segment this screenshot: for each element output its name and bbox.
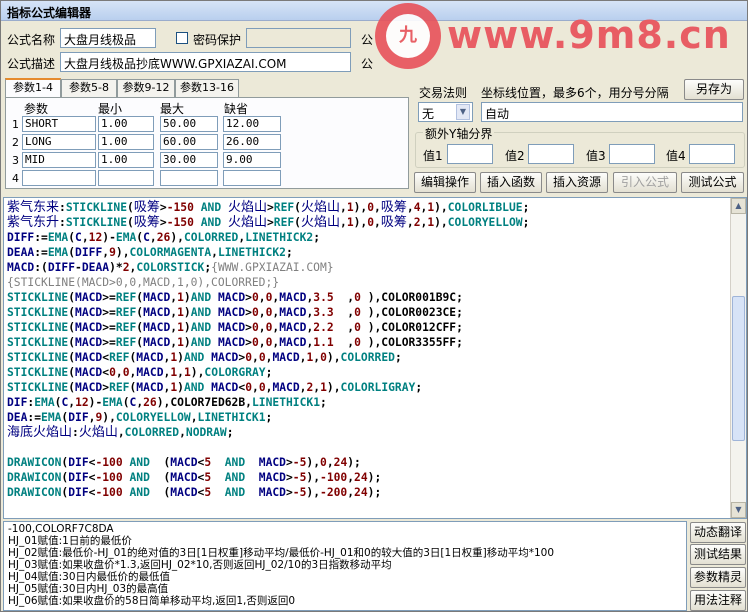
extra-y-axis-title: 额外Y轴分界 — [423, 125, 495, 142]
translation-output-panel[interactable]: -100,COLORF7C8DA HJ_01赋值:1日前的最低价 HJ_02赋值… — [3, 521, 687, 611]
tab-params-5-8[interactable]: 参数5-8 — [61, 79, 117, 97]
watermark-site-text: www.9m8.cn — [447, 13, 731, 57]
watermark-logo: 九 — [375, 3, 441, 69]
param-row-index: 3 — [12, 154, 19, 167]
password-checkbox[interactable] — [176, 32, 188, 44]
param-wizard-button[interactable]: 参数精灵 — [690, 567, 746, 588]
value1-input[interactable] — [447, 144, 493, 164]
password-input[interactable] — [246, 28, 351, 48]
output-line: -100,COLORF7C8DA — [8, 523, 114, 535]
scroll-up-icon[interactable]: ▲ — [731, 198, 746, 214]
param-min-cell[interactable]: 1.00 — [98, 134, 154, 150]
editor-scrollbar[interactable]: ▲ ▼ — [730, 198, 746, 518]
param-row-index: 2 — [12, 136, 19, 149]
formula-code-editor[interactable]: 紫气东来:STICKLINE(吸筹>-150 AND 火焰山>REF(火焰山,1… — [3, 197, 747, 519]
usage-notes-button[interactable]: 用法注释 — [690, 590, 746, 611]
output-line: HJ_06赋值:如果收盘价的58日简单移动平均,返回1,否则返回0 — [8, 595, 296, 607]
side-label-2: 公 — [361, 57, 374, 71]
trade-rule-select[interactable]: 无 ▼ — [418, 102, 473, 122]
trade-rule-value: 无 — [422, 107, 435, 121]
param-name-cell[interactable]: SHORT — [22, 116, 96, 132]
side-label-1: 公 — [361, 33, 374, 47]
formula-editor-window: 指标公式编辑器 公式名称 大盘月线极品 密码保护 公 公式描述 大盘月线极品抄底… — [0, 0, 748, 612]
param-header-min: 最小 — [98, 102, 123, 116]
param-header-default: 缺省 — [224, 102, 249, 116]
param-max-cell[interactable]: 50.00 — [160, 116, 218, 132]
param-max-cell[interactable]: 60.00 — [160, 134, 218, 150]
formula-name-input[interactable]: 大盘月线极品 — [60, 28, 156, 48]
test-formula-button[interactable]: 测试公式 — [681, 172, 744, 193]
dropdown-arrow-icon[interactable]: ▼ — [456, 104, 470, 120]
output-line: HJ_02赋值:最低价-HJ_01的绝对值的3日[1日权重]移动平均/最低价-H… — [8, 547, 555, 559]
tab-params-13-16[interactable]: 参数13-16 — [175, 79, 239, 97]
trade-rule-label: 交易法则 — [419, 86, 468, 100]
window-title: 指标公式编辑器 — [7, 6, 92, 20]
param-name-cell[interactable]: MID — [22, 152, 96, 168]
param-name-cell[interactable]: LONG — [22, 134, 96, 150]
watermark-badge-text: 九 — [386, 14, 430, 58]
value2-label: 值2 — [505, 149, 525, 163]
param-row-index: 1 — [12, 118, 19, 131]
dynamic-translate-button[interactable]: 动态翻译 — [690, 522, 746, 543]
param-name-cell[interactable] — [22, 170, 96, 186]
test-result-button[interactable]: 测试结果 — [690, 544, 746, 565]
param-header-name: 参数 — [24, 102, 49, 116]
param-default-cell[interactable] — [223, 170, 281, 186]
formula-desc-label: 公式描述 — [7, 57, 56, 71]
formula-desc-input[interactable]: 大盘月线极品抄底WWW.GPXIAZAI.COM — [60, 52, 351, 72]
param-max-cell[interactable]: 30.00 — [160, 152, 218, 168]
param-panel: 参数 最小 最大 缺省 1 SHORT 1.00 50.00 12.00 2 L… — [5, 97, 409, 189]
value4-label: 值4 — [666, 149, 686, 163]
value2-input[interactable] — [528, 144, 574, 164]
insert-function-button[interactable]: 插入函数 — [480, 172, 542, 193]
formula-code-text: 紫气东来:STICKLINE(吸筹>-150 AND 火焰山>REF(火焰山,1… — [7, 200, 530, 499]
value3-label: 值3 — [586, 149, 606, 163]
param-default-cell[interactable]: 9.00 — [223, 152, 281, 168]
tab-params-9-12[interactable]: 参数9-12 — [117, 79, 175, 97]
param-min-cell[interactable]: 1.00 — [98, 116, 154, 132]
output-line: HJ_01赋值:1日前的最低价 — [8, 535, 132, 547]
coord-label: 坐标线位置，最多6个，用分号分隔 — [481, 86, 669, 100]
insert-resource-button[interactable]: 插入资源 — [546, 172, 608, 193]
param-min-cell[interactable] — [98, 170, 154, 186]
formula-name-label: 公式名称 — [7, 33, 56, 47]
scroll-thumb[interactable] — [732, 296, 745, 441]
edit-operation-button[interactable]: 编辑操作 — [414, 172, 476, 193]
password-label: 密码保护 — [193, 33, 242, 47]
output-line: HJ_03赋值:如果收盘价*1.3,返回HJ_02*10,否则返回HJ_02/1… — [8, 559, 392, 571]
param-header-max: 最大 — [160, 102, 185, 116]
param-row-index: 4 — [12, 172, 19, 185]
import-formula-button[interactable]: 引入公式 — [613, 172, 677, 193]
value3-input[interactable] — [609, 144, 655, 164]
output-line: HJ_05赋值:30日内HJ_03的最高值 — [8, 583, 169, 595]
param-max-cell[interactable] — [160, 170, 218, 186]
scroll-down-icon[interactable]: ▼ — [731, 502, 746, 518]
param-default-cell[interactable]: 26.00 — [223, 134, 281, 150]
param-min-cell[interactable]: 1.00 — [98, 152, 154, 168]
tab-params-1-4[interactable]: 参数1-4 — [5, 78, 61, 98]
value1-label: 值1 — [423, 149, 443, 163]
coord-input[interactable]: 自动 — [481, 102, 743, 122]
output-line: HJ_04赋值:30日内最低价的最低值 — [8, 571, 171, 583]
param-default-cell[interactable]: 12.00 — [223, 116, 281, 132]
save-as-button[interactable]: 另存为 — [684, 79, 744, 100]
value4-input[interactable] — [689, 144, 735, 164]
